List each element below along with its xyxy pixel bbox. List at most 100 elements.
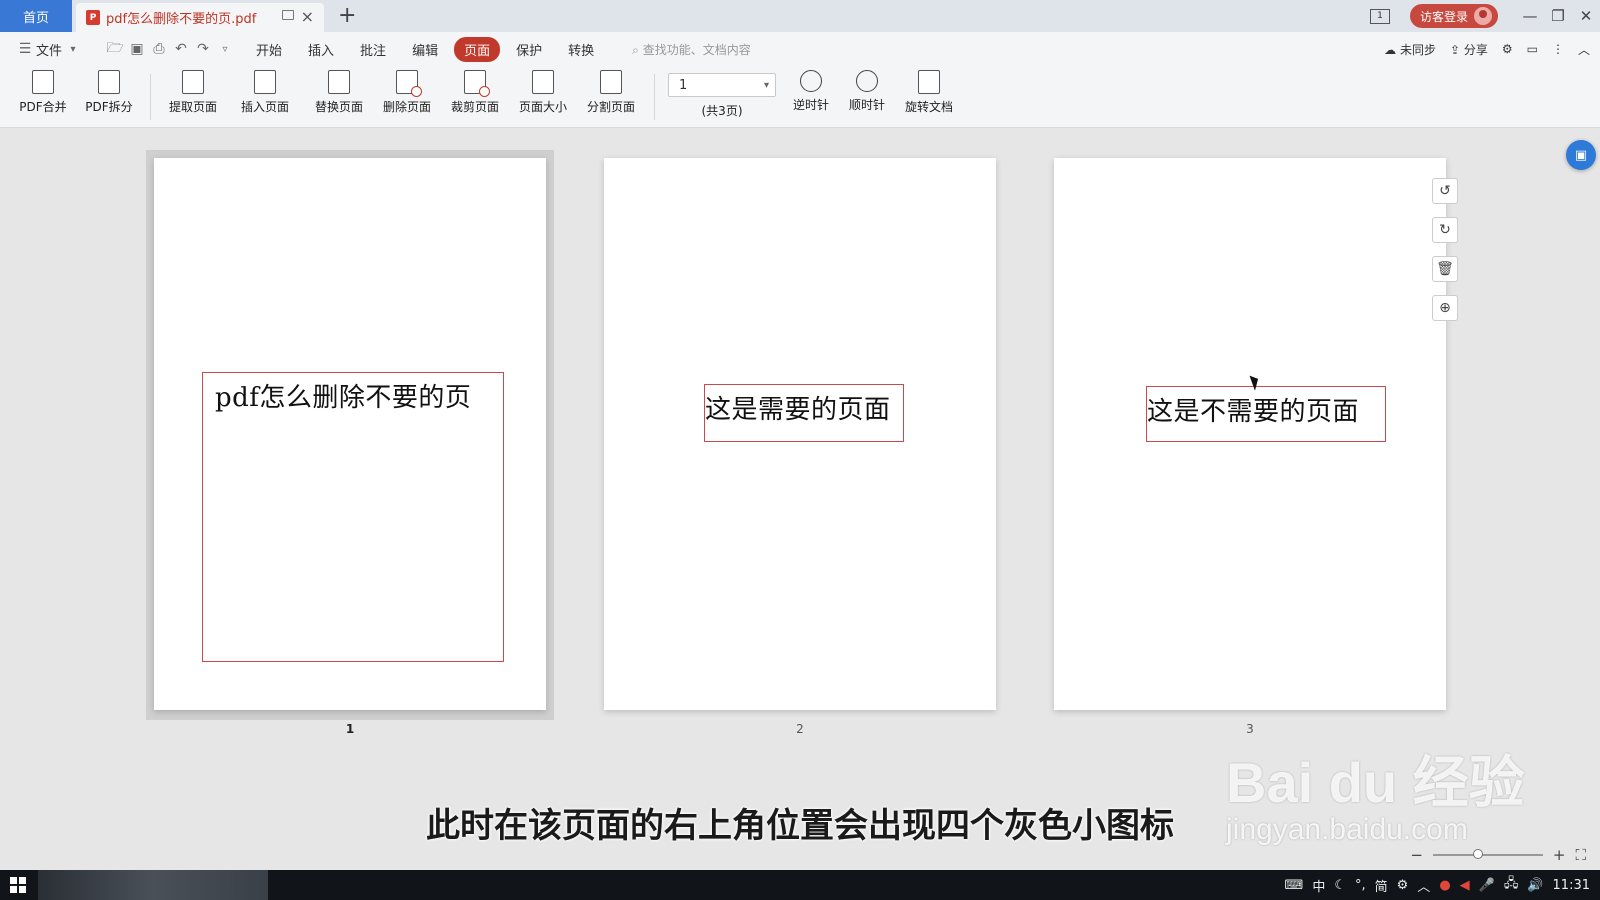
share-button[interactable]: ⇪ 分享 <box>1450 41 1488 58</box>
page-number-select[interactable]: 1 ▾ <box>668 73 776 97</box>
menu-edit[interactable]: 编辑 <box>412 40 438 59</box>
zoom-in-icon[interactable]: ⊕ <box>1432 295 1458 321</box>
tool-label: PDF拆分 <box>85 100 133 114</box>
window-layout-icon[interactable]: 1 <box>1369 8 1390 24</box>
delete-page-icon <box>396 70 422 97</box>
restore-button[interactable]: ❐ <box>1544 7 1572 25</box>
new-tab-button[interactable]: + <box>338 3 356 28</box>
screen-pin-icon[interactable] <box>282 10 294 20</box>
zoom-controls: − + ⛶ <box>1410 846 1586 864</box>
tool-label: 裁剪页面 <box>450 100 499 114</box>
page-thumbnail-3[interactable]: 这是不需要的页面 <box>1054 158 1446 710</box>
settings-gear-icon[interactable]: ⚙ <box>1502 42 1513 56</box>
avatar <box>1474 7 1492 25</box>
sync-status[interactable]: ☁ 未同步 <box>1384 41 1436 58</box>
crop-page-button[interactable]: 裁剪页面 <box>444 70 506 115</box>
menu-insert[interactable]: 插入 <box>308 40 334 59</box>
insert-page-button[interactable]: 插入页面 <box>234 70 296 115</box>
page-thumbnail-1[interactable]: pdf怎么删除不要的页 <box>154 158 546 710</box>
rotate-ccw-icon[interactable]: ↺ <box>1432 178 1458 204</box>
hamburger-menu-icon[interactable]: ☰ <box>14 41 36 57</box>
clock[interactable]: 11:31 <box>1553 878 1590 893</box>
start-button[interactable] <box>0 870 36 900</box>
menu-protect[interactable]: 保护 <box>516 40 542 59</box>
extract-page-button[interactable]: 提取页面 <box>162 70 224 115</box>
menu-convert[interactable]: 转换 <box>568 40 594 59</box>
tool-label: 提取页面 <box>168 100 217 114</box>
pdf-merge-button[interactable]: PDF合并 <box>12 70 74 115</box>
tool-label: 插入页面 <box>240 100 289 114</box>
rotate-ccw-button[interactable]: 逆时针 <box>780 70 842 113</box>
floating-assistant-icon[interactable]: ▣ <box>1566 140 1596 170</box>
ime-settings-icon[interactable]: ⚙ <box>1397 878 1409 893</box>
collapse-ribbon-icon[interactable]: ︿ <box>1578 41 1590 58</box>
moon-icon[interactable]: ☾ <box>1334 878 1346 893</box>
open-folder-icon[interactable]: 🗁 <box>104 37 126 61</box>
file-menu[interactable]: 文件 <box>36 40 62 59</box>
rotate-cw-button[interactable]: 顺时针 <box>836 70 898 113</box>
share-label: 分享 <box>1463 42 1488 57</box>
replace-page-button[interactable]: 替换页面 <box>308 70 370 115</box>
zoom-in-button[interactable]: + <box>1553 846 1566 864</box>
rotate-document-button[interactable]: 旋转文档 <box>898 70 960 115</box>
save-icon[interactable]: ▣ <box>126 41 148 57</box>
chevron-down-icon[interactable]: ▾ <box>62 44 84 55</box>
tab-home[interactable]: 首页 <box>0 0 72 32</box>
menu-start[interactable]: 开始 <box>256 40 282 59</box>
rotate-cw-icon[interactable]: ↻ <box>1432 217 1458 243</box>
undo-icon[interactable]: ↶ <box>170 41 192 57</box>
text-frame: 这是不需要的页面 <box>1146 386 1386 442</box>
tray-chevron-icon[interactable]: ︿ <box>1417 876 1430 895</box>
customize-chevron-icon[interactable]: ▿ <box>214 44 236 55</box>
split-page-icon <box>600 70 622 94</box>
tool-label: 删除页面 <box>382 100 431 114</box>
redo-icon[interactable]: ↷ <box>192 41 214 57</box>
close-tab-icon[interactable]: × <box>301 7 314 26</box>
extract-icon <box>182 70 204 94</box>
windows-taskbar: ⌨ 中 ☾ °, 简 ⚙ ︿ ● ◀ 🎤 🖧 🔊 11:31 <box>0 870 1600 900</box>
taskbar-app-thumbnail[interactable] <box>38 870 268 900</box>
menu-comment[interactable]: 批注 <box>360 40 386 59</box>
split-page-button[interactable]: 分割页面 <box>580 70 642 115</box>
page-size-icon <box>532 70 554 94</box>
pdf-split-button[interactable]: PDF拆分 <box>78 70 140 115</box>
menu-page[interactable]: 页面 <box>454 36 501 62</box>
network-icon[interactable]: 🖧 <box>1504 874 1519 896</box>
guest-login-button[interactable]: 访客登录 <box>1409 4 1498 28</box>
video-subtitle: 此时在该页面的右上角位置会出现四个灰色小图标 <box>426 806 1174 846</box>
app-tray-icon[interactable]: ● <box>1439 878 1450 893</box>
page-thumbnail-2[interactable]: 这是需要的页面 <box>604 158 996 710</box>
zoom-slider-thumb[interactable] <box>1472 849 1483 859</box>
search-box[interactable]: ⌕ 查找功能、文档内容 <box>632 41 751 58</box>
microphone-icon[interactable]: 🎤 <box>1479 878 1495 893</box>
minimize-button[interactable]: — <box>1516 7 1544 25</box>
zoom-out-icon[interactable]: − <box>1410 846 1423 864</box>
fullscreen-icon[interactable]: ⛶ <box>1575 846 1586 864</box>
trash-icon[interactable]: 🗑 <box>1432 256 1458 282</box>
speaker-red-icon[interactable]: ◀ <box>1460 878 1470 893</box>
crop-icon <box>464 70 490 97</box>
ime-mode[interactable]: 中 <box>1312 876 1325 895</box>
comment-icon[interactable]: ▭ <box>1527 42 1538 56</box>
text-frame: 这是需要的页面 <box>704 384 904 442</box>
page-toolbar: PDF合并 PDF拆分 提取页面 插入页面 替换页面 删除页面 裁剪页面 页面大… <box>0 66 1600 128</box>
punctuation-icon[interactable]: °, <box>1355 878 1366 893</box>
tool-label: 分割页面 <box>586 100 635 114</box>
login-label: 访客登录 <box>1419 9 1468 24</box>
tab-document[interactable]: P pdf怎么删除不要的页.pdf × <box>76 3 324 32</box>
document-tab-title: pdf怎么删除不要的页.pdf <box>106 12 257 27</box>
more-icon[interactable]: ⋮ <box>1552 42 1564 56</box>
volume-icon[interactable]: 🔊 <box>1527 878 1543 893</box>
zoom-slider[interactable] <box>1432 849 1543 859</box>
tool-label: 页面大小 <box>518 100 567 114</box>
delete-page-button[interactable]: 删除页面 <box>376 70 438 115</box>
ime-simplified[interactable]: 简 <box>1375 876 1388 895</box>
page-size-button[interactable]: 页面大小 <box>512 70 574 115</box>
keyboard-icon[interactable]: ⌨ <box>1285 878 1304 893</box>
page-number-value: 1 <box>679 77 688 93</box>
print-icon[interactable]: ⎙ <box>148 41 170 57</box>
pdf-file-icon: P <box>86 10 100 25</box>
tool-label: 顺时针 <box>848 98 885 112</box>
close-window-button[interactable]: ✕ <box>1572 7 1600 25</box>
search-placeholder: 查找功能、文档内容 <box>642 42 751 57</box>
